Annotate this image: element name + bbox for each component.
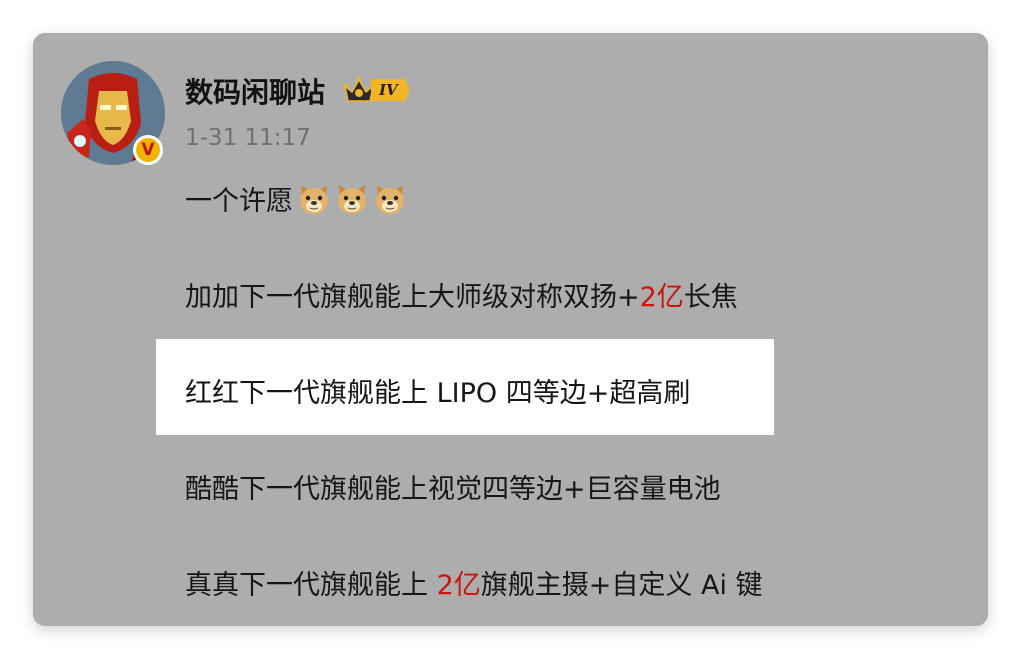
post-line-1-text: 一个许愿 bbox=[185, 186, 293, 217]
doge-icon bbox=[369, 182, 407, 216]
post-line-2-pre: 加加下一代旗舰能上大师级对称双扬+ bbox=[185, 282, 640, 313]
username[interactable]: 数码闲聊站 bbox=[185, 71, 325, 111]
post-line-5: 真真下一代旗舰能上 2亿旗舰主摄+自定义 Ai 键 bbox=[185, 563, 763, 602]
post-line-1: 一个许愿 bbox=[185, 179, 407, 218]
post-line-2: 加加下一代旗舰能上大师级对称双扬+2亿长焦 bbox=[185, 275, 738, 314]
post-line-5-post: 旗舰主摄+自定义 Ai 键 bbox=[480, 570, 763, 601]
post-timestamp[interactable]: 1-31 11:17 bbox=[185, 125, 311, 151]
post-line-4-text: 酷酷下一代旗舰能上视觉四等边+巨容量电池 bbox=[185, 474, 721, 505]
post-card: V 数码闲聊站 IV 1-31 11:17 一个许愿 加加下一代旗舰能上大师级对… bbox=[33, 33, 988, 626]
doge-icon bbox=[331, 182, 369, 216]
post-line-3-text: 红红下一代旗舰能上 LIPO 四等边+超高刷 bbox=[185, 378, 691, 409]
post-line-5-pre: 真真下一代旗舰能上 bbox=[185, 570, 437, 601]
post-line-5-highlight: 2亿 bbox=[436, 570, 481, 601]
post-line-2-post: 长焦 bbox=[683, 282, 738, 313]
post-line-2-highlight: 2亿 bbox=[639, 282, 684, 313]
verified-badge-icon: V bbox=[133, 135, 163, 165]
post-line-4: 酷酷下一代旗舰能上视觉四等边+巨容量电池 bbox=[185, 467, 721, 506]
doge-icon bbox=[293, 182, 331, 216]
crown-icon bbox=[343, 77, 375, 102]
level-label: IV bbox=[371, 79, 410, 101]
level-badge[interactable]: IV bbox=[343, 75, 410, 105]
post-line-3: 红红下一代旗舰能上 LIPO 四等边+超高刷 bbox=[185, 371, 690, 410]
